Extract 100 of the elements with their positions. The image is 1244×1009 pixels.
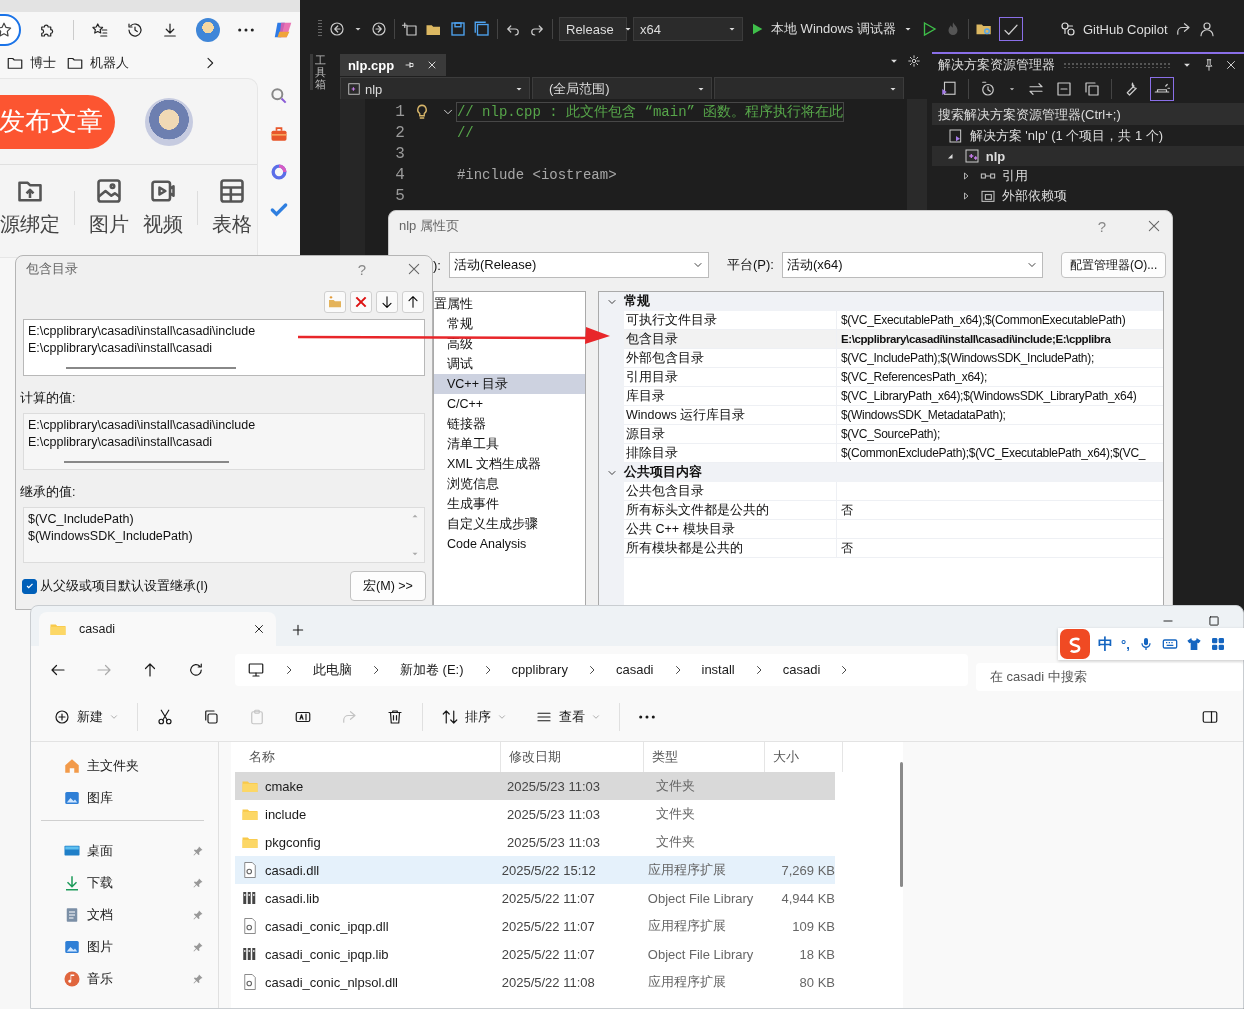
nav-item[interactable]: 图片	[41, 931, 204, 963]
toolbar-button[interactable]: 图片	[89, 177, 129, 238]
breadcrumb-item[interactable]: 新加卷 (E:)	[400, 660, 464, 679]
breadcrumb-item[interactable]: casadi	[615, 662, 654, 677]
tree-item[interactable]: 自定义生成步骤	[434, 514, 585, 534]
grid-icon[interactable]	[1209, 636, 1226, 652]
spell-check-button[interactable]	[998, 17, 1023, 41]
bookmark[interactable]: 机器人	[66, 54, 129, 72]
refresh-icon[interactable]	[187, 660, 205, 679]
toolbox-tab[interactable]: 工具箱	[310, 54, 331, 90]
tree-item[interactable]: 置属性	[434, 294, 585, 314]
close-icon[interactable]	[1224, 58, 1238, 72]
tree-item[interactable]: 高级	[434, 334, 585, 354]
toolbar-button[interactable]: 查看	[525, 701, 611, 733]
star-icon[interactable]	[0, 21, 14, 39]
new-item-icon[interactable]	[401, 20, 419, 38]
platform-dropdown[interactable]: x64	[633, 17, 743, 41]
bookmark[interactable]: 博士	[6, 54, 56, 72]
avatar[interactable]	[145, 97, 193, 146]
scrollbar[interactable]	[900, 762, 903, 887]
property-row[interactable]: 所有模块都是公共的 否	[624, 539, 1163, 558]
forward-icon[interactable]	[370, 20, 388, 38]
tree-item[interactable]: 浏览信息	[434, 474, 585, 494]
tree-item[interactable]: C/C++	[434, 394, 585, 414]
property-value[interactable]: 否	[837, 539, 1163, 558]
tree-item[interactable]: VC++ 目录	[434, 374, 585, 394]
toolbar-button[interactable]: 新建	[43, 701, 129, 733]
scope-dropdown[interactable]: (全局范围)	[531, 77, 712, 101]
preview-button[interactable]	[1149, 77, 1174, 101]
save-icon[interactable]	[449, 20, 467, 38]
project-dropdown[interactable]: nlp	[339, 77, 530, 101]
property-value[interactable]: E:\cpplibrary\casadi\install\casadi\include;E:\cpplibra	[837, 330, 1163, 349]
property-row[interactable]: 库目录 $(VC_LibraryPath_x64);$(WindowsSDK_LibraryPath_x64)	[624, 387, 1163, 406]
file-row[interactable]: pkgconfig 2025/5/23 11:03 文件夹	[235, 828, 835, 856]
gear-icon[interactable]	[906, 54, 921, 68]
breadcrumb-item[interactable]: casadi	[782, 662, 821, 677]
property-name[interactable]: 包含目录	[624, 330, 837, 349]
search-field[interactable]: 搜索解决方案资源管理器(Ctrl+;)	[931, 103, 1244, 125]
address-bar[interactable]: 此电脑 新加卷 (E:) cpplibrary casadi install casadi	[235, 653, 968, 686]
close-icon[interactable]	[252, 622, 266, 636]
history-icon[interactable]	[126, 21, 144, 39]
platform-dropdown[interactable]: 活动(x64)	[781, 252, 1043, 278]
more-icon[interactable]	[237, 27, 255, 33]
nav-item[interactable]: 音乐	[41, 963, 204, 995]
search-field[interactable]: 在 casadi 中搜索	[976, 662, 1243, 691]
details-pane-icon[interactable]	[1201, 708, 1219, 726]
briefcase-icon[interactable]	[269, 124, 289, 144]
tree-item[interactable]: 生成事件	[434, 494, 585, 514]
breadcrumb-item[interactable]: 此电脑	[313, 660, 352, 679]
download-icon[interactable]	[161, 21, 179, 39]
toolbar-button[interactable]: 视频	[143, 177, 183, 238]
checkmark-icon[interactable]	[269, 200, 289, 220]
delete-button[interactable]	[350, 291, 372, 313]
new-tab-icon[interactable]	[290, 622, 306, 638]
property-name[interactable]: 所有模块都是公共的	[624, 539, 837, 558]
list-item[interactable]: E:\cpplibrary\casadi\install\casadi	[26, 340, 422, 357]
toolbar-button[interactable]: 表格	[212, 177, 252, 238]
property-row[interactable]: 公共包含目录	[624, 482, 1163, 501]
checkbox[interactable]	[22, 578, 37, 594]
property-row[interactable]: 外部包含目录 $(VC_IncludePath);$(WindowsSDK_IncludePath);	[624, 349, 1163, 368]
s-logo-icon[interactable]	[1060, 629, 1090, 659]
file-row[interactable]: casadi.dll 2025/5/22 15:12 应用程序扩展 7,269 KB	[235, 856, 835, 884]
breadcrumb-item[interactable]: cpplibrary	[511, 662, 568, 677]
tree-item[interactable]: 调试	[434, 354, 585, 374]
avatar[interactable]	[196, 18, 220, 42]
favorites-icon[interactable]	[91, 21, 109, 39]
toolbar-button[interactable]: 源绑定	[0, 177, 60, 238]
collapse-all-icon[interactable]	[1054, 80, 1073, 98]
file-row[interactable]: casadi_conic_ipqp.lib 2025/5/22 11:07 Object File Library 18 KB	[235, 940, 835, 968]
shirt-icon[interactable]	[1185, 636, 1202, 652]
copilot-button[interactable]: GitHub Copilot	[1058, 20, 1168, 38]
start-debugging-button[interactable]: 本地 Windows 调试器	[749, 20, 914, 38]
file-row[interactable]: cmake 2025/5/23 11:03 文件夹	[235, 772, 835, 800]
property-row[interactable]: 排除目录 $(CommonExcludePath);$(VC_ExecutablePath_x64);$(VC_	[624, 444, 1163, 463]
toolbar-button[interactable]: 排序	[431, 701, 517, 733]
property-row[interactable]: 公共 C++ 模块目录	[624, 520, 1163, 539]
tree-item[interactable]: 链接器	[434, 414, 585, 434]
keyboard-icon[interactable]	[1161, 636, 1178, 652]
punctuation-mode[interactable]: °,	[1121, 636, 1130, 652]
tree-item[interactable]: nlp	[985, 148, 1006, 164]
save-all-icon[interactable]	[473, 20, 491, 38]
checkbox-label[interactable]: 从父级或项目默认设置继承(I)	[40, 577, 208, 595]
tree-item[interactable]: 解决方案 'nlp' (1 个项目，共 1 个)	[969, 127, 1164, 145]
scrollbar[interactable]	[64, 461, 229, 463]
person-icon[interactable]	[1197, 20, 1216, 38]
nav-item[interactable]: 文档	[41, 899, 204, 931]
property-row[interactable]: 包含目录 E:\cpplibrary\casadi\install\casadi\include;E:\cpplibra	[624, 330, 1163, 349]
copy-icon[interactable]	[1082, 80, 1101, 98]
move-up-button[interactable]	[402, 291, 424, 313]
property-row[interactable]: Windows 运行库目录 $(WindowsSDK_MetadataPath);	[624, 406, 1163, 425]
nav-item[interactable]: 图库	[31, 782, 218, 814]
property-row[interactable]: 引用目录 $(VC_ReferencesPath_x64);	[624, 368, 1163, 387]
nav-item[interactable]: 桌面	[41, 835, 204, 867]
input-mode[interactable]: 中	[1098, 634, 1113, 654]
explorer-tab[interactable]: casadi	[39, 612, 276, 646]
tree-item[interactable]: 引用	[1001, 167, 1028, 185]
path-list[interactable]: E:\cpplibrary\casadi\install\casadi\include E:\cpplibrary\casadi\install\casadi	[23, 319, 425, 376]
back-icon[interactable]	[328, 20, 346, 38]
config-manager-button[interactable]: 配置管理器(O)...	[1060, 252, 1167, 278]
ring-logo-icon[interactable]	[269, 162, 289, 182]
